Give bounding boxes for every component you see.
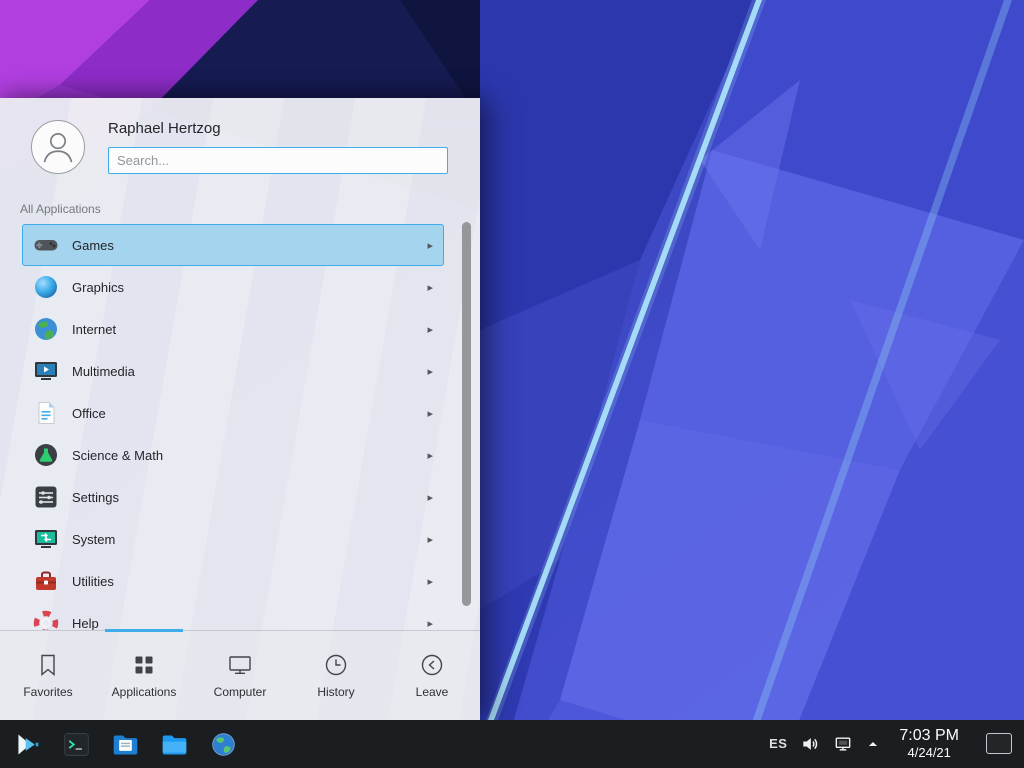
leave-icon: [419, 652, 445, 678]
category-list: Games▸Graphics▸Internet▸Multimedia▸Offic…: [0, 224, 480, 630]
category-item-graphics[interactable]: Graphics ▸: [22, 266, 444, 308]
submenu-arrow-icon: ▸: [427, 617, 433, 630]
system-tray: ES 7:03 PM 4/24/21: [769, 727, 1016, 760]
system-monitor-icon: [33, 526, 59, 552]
scrollbar[interactable]: [462, 222, 471, 606]
volume-icon[interactable]: [800, 734, 820, 754]
app-grid-icon: [131, 652, 157, 678]
category-label: Settings: [72, 490, 414, 505]
multimedia-icon: [33, 358, 59, 384]
submenu-arrow-icon: ▸: [427, 575, 433, 588]
submenu-arrow-icon: ▸: [427, 449, 433, 462]
category-item-internet[interactable]: Internet ▸: [22, 308, 444, 350]
search-input[interactable]: [108, 147, 448, 174]
clock-time: 7:03 PM: [899, 727, 959, 745]
category-label: Multimedia: [72, 364, 414, 379]
clock-date: 4/24/21: [908, 746, 951, 761]
terminal-icon[interactable]: [59, 727, 93, 761]
submenu-arrow-icon: ▸: [427, 407, 433, 420]
app-launcher-icon[interactable]: [10, 727, 44, 761]
user-name: Raphael Hertzog: [108, 120, 221, 137]
category-label: Utilities: [72, 574, 414, 589]
science-flask-icon: [33, 442, 59, 468]
tab-history[interactable]: History: [288, 631, 384, 720]
category-label: Help: [72, 616, 414, 631]
tab-label: History: [317, 685, 354, 699]
tab-label: Computer: [214, 685, 267, 699]
scrollbar-thumb[interactable]: [462, 222, 471, 606]
network-icon[interactable]: [833, 734, 853, 754]
tab-label: Applications: [112, 685, 177, 699]
user-icon: [36, 125, 80, 169]
launcher-tab-bar: Favorites Applications Computer History Leav…: [0, 630, 480, 720]
history-clock-icon: [323, 652, 349, 678]
category-item-settings[interactable]: Settings ▸: [22, 476, 444, 518]
category-label: Graphics: [72, 280, 414, 295]
category-item-help[interactable]: Help ▸: [22, 602, 444, 630]
user-avatar[interactable]: [31, 120, 85, 174]
file-manager-icon[interactable]: [108, 727, 142, 761]
taskbar: ES 7:03 PM 4/24/21: [0, 720, 1024, 768]
submenu-arrow-icon: ▸: [427, 239, 433, 252]
document-icon: [33, 400, 59, 426]
gamepad-icon: [33, 232, 59, 258]
taskbar-app-icons: [8, 727, 240, 761]
category-item-science-math[interactable]: Science & Math ▸: [22, 434, 444, 476]
section-label: All Applications: [20, 202, 480, 216]
category-label: Internet: [72, 322, 414, 337]
show-desktop-button[interactable]: [986, 733, 1012, 754]
category-item-games[interactable]: Games ▸: [22, 224, 444, 266]
launcher-header: Raphael Hertzog: [0, 98, 480, 186]
tab-computer[interactable]: Computer: [192, 631, 288, 720]
graphics-sphere-icon: [33, 274, 59, 300]
expand-tray-icon[interactable]: [866, 737, 880, 751]
submenu-arrow-icon: ▸: [427, 281, 433, 294]
submenu-arrow-icon: ▸: [427, 533, 433, 546]
submenu-arrow-icon: ▸: [427, 323, 433, 336]
web-browser-icon[interactable]: [206, 727, 240, 761]
folder-icon[interactable]: [157, 727, 191, 761]
category-item-utilities[interactable]: Utilities ▸: [22, 560, 444, 602]
category-label: System: [72, 532, 414, 547]
category-label: Office: [72, 406, 414, 421]
keyboard-layout-indicator[interactable]: ES: [769, 736, 787, 751]
submenu-arrow-icon: ▸: [427, 491, 433, 504]
computer-icon: [227, 652, 253, 678]
tab-label: Favorites: [23, 685, 72, 699]
tab-leave[interactable]: Leave: [384, 631, 480, 720]
tab-label: Leave: [416, 685, 449, 699]
settings-sliders-icon: [33, 484, 59, 510]
category-item-multimedia[interactable]: Multimedia ▸: [22, 350, 444, 392]
category-label: Games: [72, 238, 414, 253]
application-launcher-menu: Raphael Hertzog All Applications Games▸G…: [0, 98, 480, 720]
toolbox-icon: [33, 568, 59, 594]
help-buoy-icon: [33, 610, 59, 630]
clock-widget[interactable]: 7:03 PM 4/24/21: [899, 727, 959, 760]
category-label: Science & Math: [72, 448, 414, 463]
submenu-arrow-icon: ▸: [427, 365, 433, 378]
category-item-office[interactable]: Office ▸: [22, 392, 444, 434]
globe-icon: [33, 316, 59, 342]
tab-applications[interactable]: Applications: [96, 631, 192, 720]
category-item-system[interactable]: System ▸: [22, 518, 444, 560]
bookmark-icon: [35, 652, 61, 678]
tab-favorites[interactable]: Favorites: [0, 631, 96, 720]
